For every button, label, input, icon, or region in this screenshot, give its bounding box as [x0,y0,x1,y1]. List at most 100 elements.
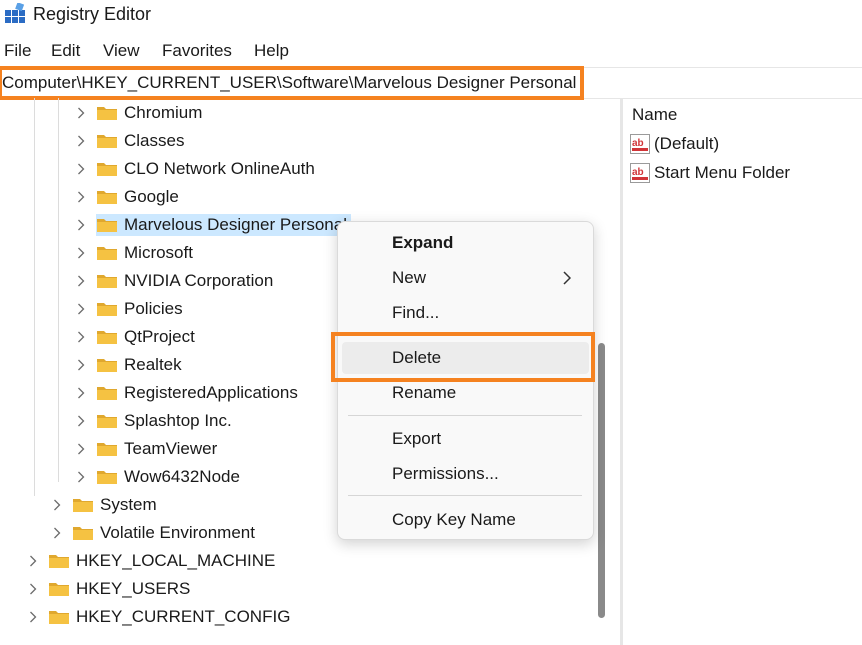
svg-text:ab: ab [632,167,644,178]
chevron-right-icon[interactable] [26,575,40,603]
folder-icon [96,413,118,429]
tree-node-hkey-current-config[interactable]: HKEY_CURRENT_CONFIG [26,603,294,631]
folder-icon [96,301,118,317]
tree-node-nvidia-corporation[interactable]: NVIDIA Corporation [74,267,277,295]
column-header-name[interactable]: Name [632,104,677,126]
chevron-right-icon[interactable] [74,323,88,351]
tree-node-item[interactable]: RegisteredApplications [96,382,302,404]
tree-node-splashtop-inc[interactable]: Splashtop Inc. [74,407,236,435]
menu-view[interactable]: View [103,38,140,64]
tree-node-microsoft[interactable]: Microsoft [74,239,197,267]
tree-node-label: Microsoft [124,243,193,262]
tree-node-hkey-users[interactable]: HKEY_USERS [26,575,194,603]
chevron-right-icon[interactable] [74,435,88,463]
menu-file[interactable]: File [4,38,31,64]
ctx-new[interactable]: New [342,262,589,294]
tree-node-marvelous-designer-personal[interactable]: Marvelous Designer Personal [74,211,351,239]
folder-icon [96,161,118,177]
address-path[interactable]: Computer\HKEY_CURRENT_USER\Software\Marv… [2,71,576,95]
tree-node-label: Classes [124,131,185,150]
folder-icon [96,357,118,373]
ctx-permissions[interactable]: Permissions... [342,458,589,490]
value-row-start-menu-folder[interactable]: ab Start Menu Folder [630,160,790,186]
tree-node-system[interactable]: System [50,491,161,519]
tree-node-item[interactable]: Marvelous Designer Personal [96,214,351,236]
chevron-right-icon[interactable] [74,211,88,239]
tree-node-google[interactable]: Google [74,183,183,211]
tree-node-item[interactable]: Splashtop Inc. [96,410,236,432]
tree-node-label: Realtek [124,355,182,374]
tree-node-label: RegisteredApplications [124,383,298,402]
folder-icon [72,497,94,513]
ctx-export[interactable]: Export [342,423,589,455]
folder-icon [48,609,70,625]
folder-icon [48,553,70,569]
tree-node-classes[interactable]: Classes [74,127,188,155]
pane-splitter[interactable] [620,98,623,645]
chevron-right-icon[interactable] [74,155,88,183]
chevron-right-icon[interactable] [50,491,64,519]
values-pane: Name ab (Default) ab Start Menu Folder [624,98,862,645]
tree-node-item[interactable]: Realtek [96,354,186,376]
ctx-copy-key-name[interactable]: Copy Key Name [342,504,589,536]
chevron-right-icon[interactable] [74,267,88,295]
ctx-rename[interactable]: Rename [342,377,589,409]
ctx-delete[interactable]: Delete [342,342,589,374]
chevron-right-icon[interactable] [74,295,88,323]
value-row-default[interactable]: ab (Default) [630,131,719,157]
menu-help[interactable]: Help [254,38,289,64]
tree-node-item[interactable]: Volatile Environment [72,522,259,544]
tree-node-chromium[interactable]: Chromium [74,99,206,127]
chevron-right-icon [563,271,571,285]
tree-node-item[interactable]: Classes [96,130,188,152]
tree-node-item[interactable]: HKEY_CURRENT_CONFIG [48,606,294,628]
ctx-copy-key-name-label: Copy Key Name [392,510,516,529]
tree-node-item[interactable]: HKEY_LOCAL_MACHINE [48,550,279,572]
ctx-rename-label: Rename [392,383,457,402]
tree-node-label: Wow6432Node [124,467,240,486]
tree-node-item[interactable]: Policies [96,298,187,320]
tree-node-item[interactable]: Microsoft [96,242,197,264]
menu-favorites[interactable]: Favorites [162,38,232,64]
chevron-right-icon[interactable] [26,547,40,575]
tree-node-wow6432node[interactable]: Wow6432Node [74,463,244,491]
tree-node-registeredapplications[interactable]: RegisteredApplications [74,379,302,407]
tree-node-item[interactable]: TeamViewer [96,438,221,460]
tree-node-item[interactable]: CLO Network OnlineAuth [96,158,319,180]
folder-icon [96,189,118,205]
chevron-right-icon[interactable] [74,239,88,267]
chevron-right-icon[interactable] [74,99,88,127]
chevron-right-icon[interactable] [74,183,88,211]
folder-icon [96,217,118,233]
chevron-right-icon[interactable] [74,127,88,155]
chevron-right-icon[interactable] [26,603,40,631]
tree-node-volatile-environment[interactable]: Volatile Environment [50,519,259,547]
chevron-right-icon[interactable] [74,407,88,435]
tree-node-item[interactable]: HKEY_USERS [48,578,194,600]
ctx-separator [348,495,582,496]
ctx-new-label: New [392,268,427,287]
tree-node-teamviewer[interactable]: TeamViewer [74,435,221,463]
chevron-right-icon[interactable] [74,379,88,407]
tree-node-item[interactable]: Wow6432Node [96,466,244,488]
registry-icon [4,2,26,25]
chevron-right-icon[interactable] [74,463,88,491]
tree-scrollbar-thumb[interactable] [598,343,605,618]
reg-sz-icon: ab [630,163,650,183]
tree-node-item[interactable]: NVIDIA Corporation [96,270,277,292]
tree-node-clo-network-onlineauth[interactable]: CLO Network OnlineAuth [74,155,319,183]
menu-edit[interactable]: Edit [51,38,80,64]
tree-node-realtek[interactable]: Realtek [74,351,186,379]
tree-node-hkey-local-machine[interactable]: HKEY_LOCAL_MACHINE [26,547,279,575]
tree-node-item[interactable]: QtProject [96,326,199,348]
address-bar[interactable]: Computer\HKEY_CURRENT_USER\Software\Marv… [0,67,862,99]
tree-node-qtproject[interactable]: QtProject [74,323,199,351]
tree-node-item[interactable]: Chromium [96,102,206,124]
tree-node-item[interactable]: System [72,494,161,516]
chevron-right-icon[interactable] [50,519,64,547]
tree-node-policies[interactable]: Policies [74,295,187,323]
tree-node-item[interactable]: Google [96,186,183,208]
ctx-find[interactable]: Find... [342,297,589,329]
chevron-right-icon[interactable] [74,351,88,379]
ctx-expand[interactable]: Expand [342,227,589,259]
